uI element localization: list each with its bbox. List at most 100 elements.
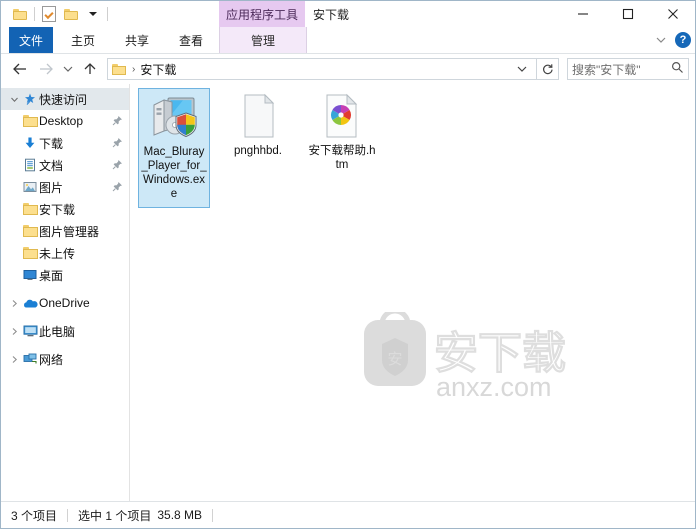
- sidebar-item-quick-access[interactable]: 快速访问: [1, 88, 129, 110]
- folder-icon: [21, 203, 39, 215]
- chevron-down-icon[interactable]: [512, 64, 532, 74]
- file-item[interactable]: 安下载帮助.htm: [306, 88, 378, 208]
- status-divider: [67, 508, 69, 522]
- svg-text:安下载: 安下载: [434, 328, 566, 379]
- folder-icon[interactable]: [9, 4, 31, 24]
- sidebar-item-anxiazai[interactable]: 安下载: [1, 198, 129, 220]
- svg-text:anxz.com: anxz.com: [436, 372, 552, 402]
- minimize-icon[interactable]: [560, 1, 605, 27]
- sidebar-item-picture-manager[interactable]: 图片管理器: [1, 220, 129, 242]
- network-icon: [21, 353, 39, 365]
- quick-access-toolbar: [9, 4, 111, 24]
- up-arrow-icon[interactable]: [77, 57, 103, 81]
- chevron-up-icon[interactable]: [653, 32, 669, 48]
- application-exe-icon: [150, 93, 198, 141]
- window-title: 安下载: [313, 7, 350, 22]
- tab-share[interactable]: 共享: [115, 27, 159, 53]
- file-list-pane[interactable]: 安 安下载 anxz.com Mac_Bluray_Player_for_Win…: [130, 84, 695, 501]
- html-document-icon: [318, 92, 366, 140]
- ribbon-right-controls: ?: [653, 27, 691, 53]
- file-name-label: Mac_Bluray_Player_for_Windows.exe: [141, 146, 207, 200]
- chevron-right-icon[interactable]: [7, 299, 21, 308]
- chevron-right-icon[interactable]: [7, 327, 21, 336]
- file-item[interactable]: Mac_Bluray_Player_for_Windows.exe: [138, 88, 210, 208]
- sidebar-item-label: 安下载: [39, 202, 76, 217]
- refresh-icon[interactable]: [537, 58, 559, 80]
- sidebar-item-label: 此电脑: [39, 324, 76, 339]
- sidebar-item-label: 下载: [39, 136, 64, 151]
- sidebar-item-downloads[interactable]: 下载: [1, 132, 129, 154]
- sidebar-item-not-uploaded[interactable]: 未上传: [1, 242, 129, 264]
- sidebar-item-label: 图片管理器: [39, 224, 100, 239]
- window-controls: [560, 1, 695, 27]
- chevron-right-icon[interactable]: [7, 355, 21, 364]
- breadcrumb-separator: ›: [132, 63, 136, 75]
- sidebar-item-label: 快速访问: [39, 92, 88, 107]
- recent-locations-icon[interactable]: [59, 57, 77, 81]
- file-name-label: pnghhbd.: [234, 145, 282, 157]
- sidebar-item-label: 未上传: [39, 246, 76, 261]
- tab-home[interactable]: 主页: [61, 27, 105, 53]
- explorer-body: 快速访问 Desktop 下载 文档 图片 安下载 图片管理器 未上传 桌面 O…: [1, 84, 695, 501]
- blank-document-icon: [234, 92, 282, 140]
- onedrive-cloud-icon: [21, 298, 39, 309]
- star-pin-icon: [21, 92, 39, 106]
- pictures-icon: [21, 181, 39, 193]
- selection-label: 选中 1 个项目: [78, 508, 152, 523]
- grid-gap: [210, 88, 222, 208]
- sidebar-item-documents[interactable]: 文档: [1, 154, 129, 176]
- chevron-down-icon[interactable]: [7, 95, 21, 104]
- pin-icon[interactable]: [112, 137, 123, 151]
- svg-text:安: 安: [387, 350, 402, 368]
- documents-icon: [21, 158, 39, 172]
- folder-icon: [21, 247, 39, 259]
- sidebar-item-label: 图片: [39, 180, 64, 195]
- pin-icon[interactable]: [112, 181, 123, 195]
- sidebar-item-network[interactable]: 网络: [1, 348, 129, 370]
- this-pc-icon: [21, 325, 39, 337]
- sidebar-item-desktop-cn[interactable]: 桌面: [1, 264, 129, 286]
- file-grid: Mac_Bluray_Player_for_Windows.exe pnghhb…: [138, 88, 378, 208]
- navigation-pane[interactable]: 快速访问 Desktop 下载 文档 图片 安下载 图片管理器 未上传 桌面 O…: [1, 84, 130, 501]
- address-path-box[interactable]: › 安下载: [107, 58, 537, 80]
- close-icon[interactable]: [650, 1, 695, 27]
- sidebar-item-label: OneDrive: [39, 296, 90, 310]
- search-input[interactable]: 搜索"安下载": [567, 58, 689, 80]
- chevron-down-icon[interactable]: [82, 4, 104, 24]
- file-explorer-window: 应用程序工具 安下载 文件 主页 共享 查看 管理 ? › 安下载 搜索"安下载…: [0, 0, 696, 529]
- back-arrow-icon[interactable]: [7, 57, 33, 81]
- sidebar-item-label: 文档: [39, 158, 64, 173]
- pin-icon[interactable]: [112, 115, 123, 129]
- grid-gap: [294, 88, 306, 208]
- tab-file[interactable]: 文件: [9, 27, 53, 53]
- sidebar-item-label: Desktop: [39, 114, 84, 128]
- address-bar: › 安下载 搜索"安下载": [1, 54, 695, 84]
- search-placeholder: 搜索"安下载": [572, 62, 641, 77]
- sidebar-item-pictures[interactable]: 图片: [1, 176, 129, 198]
- downloads-icon: [21, 136, 39, 150]
- ribbon-tab-bar: 文件 主页 共享 查看 管理 ?: [1, 27, 695, 54]
- status-divider-2: [212, 508, 214, 522]
- item-count-label: 3 个项目: [11, 508, 58, 523]
- file-item[interactable]: pnghhbd.: [222, 88, 294, 208]
- forward-arrow-icon: [33, 57, 59, 81]
- sidebar-item-this-pc[interactable]: 此电脑: [1, 320, 129, 342]
- search-icon[interactable]: [671, 61, 684, 77]
- sidebar-item-desktop-en[interactable]: Desktop: [1, 110, 129, 132]
- new-folder-icon[interactable]: [60, 4, 82, 24]
- breadcrumb[interactable]: 安下载: [140, 61, 176, 78]
- sidebar-item-label: 桌面: [39, 268, 64, 283]
- pin-icon[interactable]: [112, 159, 123, 173]
- folder-icon: [112, 63, 126, 75]
- watermark: 安 安下载 anxz.com: [362, 308, 592, 402]
- folder-icon: [21, 225, 39, 237]
- sidebar-item-onedrive[interactable]: OneDrive: [1, 292, 129, 314]
- tab-view[interactable]: 查看: [169, 27, 213, 53]
- folder-icon: [21, 115, 39, 127]
- maximize-icon[interactable]: [605, 1, 650, 27]
- help-icon[interactable]: ?: [675, 32, 691, 48]
- tab-manage[interactable]: 管理: [219, 27, 307, 53]
- properties-icon[interactable]: [38, 4, 60, 24]
- toolbar-divider-2: [107, 7, 108, 21]
- selection-size-label: 35.8 MB: [157, 508, 203, 522]
